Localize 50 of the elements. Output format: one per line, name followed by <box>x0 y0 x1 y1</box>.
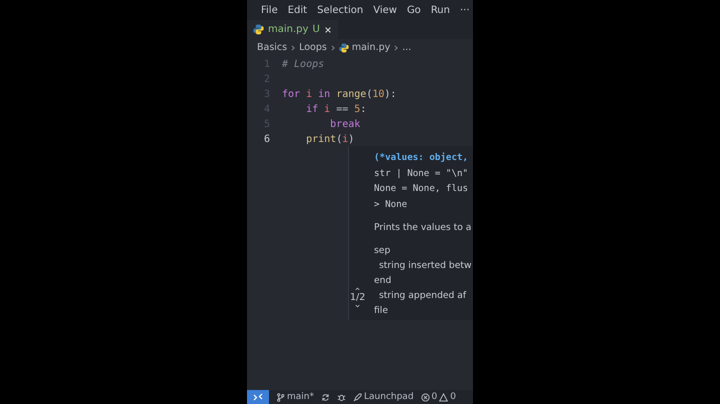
breadcrumb-item[interactable]: ... <box>402 42 412 53</box>
chevron-right-icon <box>393 44 400 52</box>
breadcrumb-item[interactable]: Basics <box>257 42 288 53</box>
description-text: Prints the values to a <box>374 221 472 235</box>
remote-icon <box>253 392 263 402</box>
menu-item[interactable]: Selection <box>317 4 364 16</box>
sync-icon <box>321 392 330 402</box>
code-line: # Loops <box>282 59 324 70</box>
python-icon <box>338 42 349 52</box>
warning-count[interactable]: 0 <box>450 392 456 402</box>
menu-item[interactable]: ··· <box>460 4 470 16</box>
param-name: end <box>374 274 392 288</box>
overload-counter: 1/2 <box>350 292 366 303</box>
signature-line: (*values: object, <box>374 151 470 165</box>
signature-line: str | None = "\n" <box>374 166 470 180</box>
param-name: file <box>374 304 389 318</box>
code-line: break <box>329 119 360 130</box>
menu-item[interactable]: View <box>373 4 397 16</box>
breadcrumb-item[interactable]: Loops <box>299 42 327 53</box>
menu-item[interactable]: Edit <box>288 4 308 16</box>
editor-tab[interactable]: main.py U <box>247 20 338 39</box>
branch-icon <box>276 392 285 402</box>
warning-icon <box>439 392 448 402</box>
param-name: sep <box>374 244 392 258</box>
tab-label: main.py <box>268 24 308 35</box>
chevron-down-icon <box>353 303 362 309</box>
signature-line: None = None, flus <box>374 182 470 196</box>
code-line: print(i) <box>305 134 354 145</box>
signature-line: > None <box>374 198 408 212</box>
chevron-right-icon <box>330 44 336 52</box>
untracked-status-label: U <box>312 24 320 35</box>
code-line: for i in range(10): <box>282 89 396 100</box>
remote-button[interactable] <box>247 390 269 404</box>
line-number: 6 <box>262 134 271 145</box>
code-line: if i == 5: <box>305 104 366 115</box>
bug-icon <box>337 392 346 402</box>
branch-name[interactable]: main* <box>287 392 314 402</box>
launchpad-label[interactable]: Launchpad <box>364 392 414 402</box>
error-icon <box>420 392 430 402</box>
menu-item[interactable]: Go <box>406 4 421 16</box>
param-doc: string inserted betw <box>378 259 472 273</box>
menu-item[interactable]: Run <box>430 4 450 16</box>
menu-item[interactable]: File <box>261 4 278 16</box>
close-icon <box>324 26 332 34</box>
chevron-right-icon <box>290 44 296 52</box>
python-icon <box>253 24 264 35</box>
chevron-up-icon <box>353 286 362 292</box>
param-doc: string appended af <box>378 289 468 303</box>
error-count[interactable]: 0 <box>432 392 438 402</box>
breadcrumb-item[interactable]: main.py <box>352 42 390 53</box>
